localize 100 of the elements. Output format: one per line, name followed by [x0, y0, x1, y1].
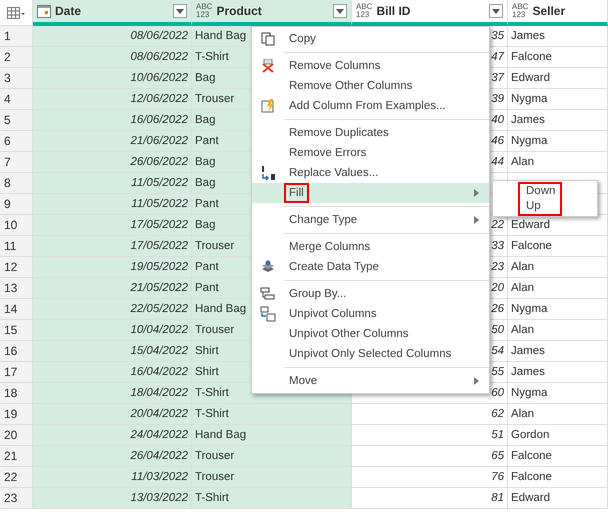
menu-item[interactable]: Down [520, 184, 560, 199]
row-number: 9 [0, 194, 33, 215]
row-number: 6 [0, 131, 33, 152]
table-cell: 11/05/2022 [33, 194, 192, 215]
type-label: ABC [356, 3, 372, 11]
unpivot-icon [260, 306, 276, 322]
row-number: 23 [0, 488, 33, 509]
table-cell: 24/04/2022 [33, 425, 192, 446]
table-cell: T-Shirt [192, 488, 352, 509]
table-cell: 17/05/2022 [33, 236, 192, 257]
table-cell: 62 [352, 404, 508, 425]
type-label: 123 [512, 11, 526, 19]
menu-item-label: Fill [284, 183, 309, 203]
type-label: 123 [196, 11, 210, 19]
row-number: 18 [0, 383, 33, 404]
table-cell: 19/05/2022 [33, 257, 192, 278]
row-number: 1 [0, 26, 33, 47]
table-cell: 76 [352, 467, 508, 488]
table-cell: Falcone [508, 467, 608, 488]
table-cell: Alan [508, 320, 608, 341]
table-cell: Hand Bag [192, 425, 352, 446]
column-name: Bill ID [376, 4, 412, 18]
replace-values-icon [260, 165, 276, 181]
row-number: 11 [0, 236, 33, 257]
row-number: 16 [0, 341, 33, 362]
filter-dropdown-button[interactable] [173, 4, 187, 18]
table-cell: 81 [352, 488, 508, 509]
table-cell: Nygma [508, 131, 608, 152]
menu-item[interactable]: Fill [252, 183, 489, 203]
row-number: 22 [0, 467, 33, 488]
table-cell: 26/04/2022 [33, 446, 192, 467]
table-cell: James [508, 26, 608, 47]
table-cell: 21/05/2022 [33, 278, 192, 299]
table-cell: 10/04/2022 [33, 320, 192, 341]
table-cell: Falcone [508, 446, 608, 467]
layers-icon [261, 260, 275, 274]
row-number: 4 [0, 89, 33, 110]
table-cell: 20/04/2022 [33, 404, 192, 425]
table-cell: Nygma [508, 383, 608, 404]
table-cell: Edward [508, 488, 608, 509]
row-number: 10 [0, 215, 33, 236]
table-cell: 16/04/2022 [33, 362, 192, 383]
table-cell: Gordon [508, 425, 608, 446]
table-cell: 17/05/2022 [33, 215, 192, 236]
remove-columns-icon [261, 59, 275, 73]
table-cell: 18/04/2022 [33, 383, 192, 404]
row-number: 15 [0, 320, 33, 341]
row-number: 14 [0, 299, 33, 320]
row-number: 21 [0, 446, 33, 467]
table-cell: 51 [352, 425, 508, 446]
type-label: ABC [512, 3, 528, 11]
column-name: Seller [532, 4, 566, 18]
row-number: 7 [0, 152, 33, 173]
table-cell: 11/05/2022 [33, 173, 192, 194]
table-cell: James [508, 341, 608, 362]
row-number: 12 [0, 257, 33, 278]
row-number: 17 [0, 362, 33, 383]
copy-icon [261, 32, 275, 46]
submenu-arrow-icon [474, 189, 479, 197]
table-cell: 12/06/2022 [33, 89, 192, 110]
table-cell: Edward [508, 68, 608, 89]
table-cell: Alan [508, 404, 608, 425]
table-cell: 10/06/2022 [33, 68, 192, 89]
caret-icon [492, 8, 500, 14]
table-cell: James [508, 362, 608, 383]
table-cell: 13/03/2022 [33, 488, 192, 509]
row-number: 20 [0, 425, 33, 446]
table-cell: 16/06/2022 [33, 110, 192, 131]
caret-icon [176, 8, 184, 14]
table-cell: Alan [508, 257, 608, 278]
filter-dropdown-button[interactable] [489, 4, 503, 18]
table-cell: 15/04/2022 [33, 341, 192, 362]
table-cell: Trouser [192, 467, 352, 488]
row-number: 5 [0, 110, 33, 131]
table-cell: 11/03/2022 [33, 467, 192, 488]
row-number: 3 [0, 68, 33, 89]
table-cell: 21/06/2022 [33, 131, 192, 152]
table-cell: Nygma [508, 299, 608, 320]
caret-icon [336, 8, 344, 14]
row-number: 8 [0, 173, 33, 194]
table-cell: Trouser [192, 446, 352, 467]
table-cell: 22/05/2022 [33, 299, 192, 320]
submenu-arrow-icon [474, 216, 479, 224]
calendar-icon [37, 4, 51, 18]
table-cell: 08/06/2022 [33, 47, 192, 68]
lightning-table-icon [261, 99, 275, 113]
row-number: 13 [0, 278, 33, 299]
type-label: 123 [356, 11, 370, 19]
table-cell: James [508, 110, 608, 131]
table-cell: Edward [508, 215, 608, 236]
column-header[interactable]: Date [33, 0, 192, 26]
type-label: ABC [196, 3, 212, 11]
filter-dropdown-button[interactable] [333, 4, 347, 18]
table-cell: Falcone [508, 47, 608, 68]
table-menu-icon[interactable] [7, 6, 25, 18]
menu-item[interactable]: Up [520, 199, 560, 214]
table-cell: Falcone [508, 236, 608, 257]
row-number: 19 [0, 404, 33, 425]
menu-item-label: Group By... [288, 287, 348, 302]
table-cell: 26/06/2022 [33, 152, 192, 173]
